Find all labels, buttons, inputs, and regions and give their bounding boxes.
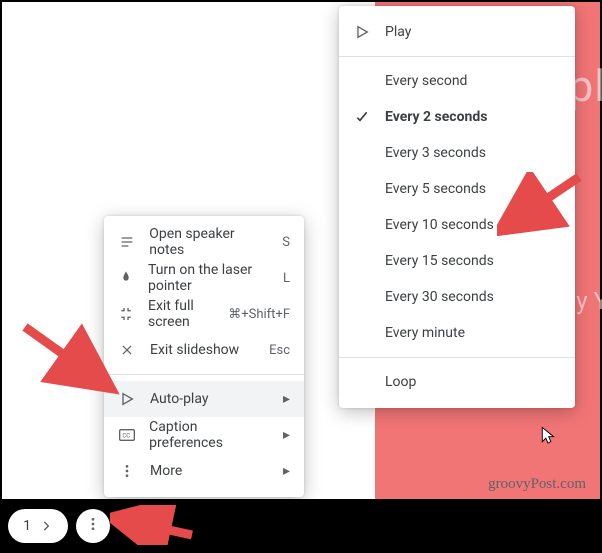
submenu-arrow-icon: ▸ (283, 463, 290, 479)
menu-label: Every 5 seconds (385, 181, 561, 197)
menu-item-exit-fullscreen[interactable]: Exit full screen ⌘+Shift+F (104, 296, 304, 332)
menu-item-every-30-seconds[interactable]: Every 30 seconds (339, 279, 575, 315)
svg-text:CC: CC (122, 433, 130, 440)
menu-label: Play (385, 24, 561, 40)
cursor-icon (539, 426, 557, 450)
menu-item-every-3-seconds[interactable]: Every 3 seconds (339, 135, 575, 171)
menu-item-every-2-seconds[interactable]: Every 2 seconds (339, 99, 575, 135)
menu-separator (339, 357, 575, 358)
submenu-arrow-icon: ▸ (283, 391, 290, 407)
autoplay-submenu: Play Every second Every 2 seconds Every … (339, 6, 575, 408)
menu-label: Exit slideshow (150, 342, 255, 358)
menu-item-exit-slideshow[interactable]: Exit slideshow Esc (104, 332, 304, 368)
page-indicator-pill[interactable]: 1 (8, 509, 68, 543)
options-menu: Open speaker notes S Turn on the laser p… (104, 216, 304, 497)
menu-item-every-15-seconds[interactable]: Every 15 seconds (339, 243, 575, 279)
menu-label: Turn on the laser pointer (148, 262, 269, 294)
menu-item-loop[interactable]: Loop (339, 364, 575, 400)
menu-label: Every 3 seconds (385, 145, 561, 161)
check-icon (353, 109, 371, 125)
menu-label: Loop (385, 374, 561, 390)
menu-item-every-second[interactable]: Every second (339, 63, 575, 99)
menu-item-speaker-notes[interactable]: Open speaker notes S (104, 224, 304, 260)
submenu-arrow-icon: ▸ (283, 427, 290, 443)
menu-item-autoplay[interactable]: Auto-play ▸ (104, 381, 304, 417)
menu-item-every-5-seconds[interactable]: Every 5 seconds (339, 171, 575, 207)
captions-icon: CC (118, 429, 135, 441)
play-icon (118, 391, 136, 407)
notes-icon (118, 234, 135, 250)
shortcut: Esc (269, 343, 290, 358)
presenter-toolbar: 1 (2, 499, 600, 551)
menu-label: Auto-play (150, 391, 269, 407)
laser-icon (118, 270, 134, 286)
menu-label: Every 30 seconds (385, 289, 561, 305)
menu-item-play[interactable]: Play (339, 14, 575, 50)
menu-label: Exit full screen (148, 298, 214, 330)
menu-label: Open speaker notes (149, 226, 268, 258)
menu-item-every-10-seconds[interactable]: Every 10 seconds (339, 207, 575, 243)
shortcut: S (282, 235, 290, 250)
watermark: groovyPost.com (488, 476, 586, 493)
menu-label: Every 2 seconds (385, 109, 561, 125)
menu-item-laser-pointer[interactable]: Turn on the laser pointer L (104, 260, 304, 296)
menu-item-every-minute[interactable]: Every minute (339, 315, 575, 351)
menu-item-more[interactable]: More ▸ (104, 453, 304, 489)
page-number: 1 (23, 518, 31, 534)
chevron-right-icon (39, 519, 53, 533)
menu-label: Every 10 seconds (385, 217, 561, 233)
menu-separator (339, 56, 575, 57)
menu-label: More (150, 463, 269, 479)
menu-label: Every second (385, 73, 561, 89)
menu-label: Every minute (385, 325, 561, 341)
menu-separator (104, 374, 304, 375)
close-icon (118, 343, 136, 357)
more-options-button[interactable] (76, 509, 110, 543)
play-icon (353, 24, 371, 40)
menu-label: Every 15 seconds (385, 253, 561, 269)
more-vert-icon (118, 463, 136, 479)
more-vert-icon (85, 516, 101, 536)
exit-fullscreen-icon (118, 306, 134, 322)
menu-item-captions[interactable]: CC Caption preferences ▸ (104, 417, 304, 453)
shortcut: L (283, 271, 290, 286)
menu-label: Caption preferences (149, 419, 269, 451)
shortcut: ⌘+Shift+F (228, 307, 290, 322)
